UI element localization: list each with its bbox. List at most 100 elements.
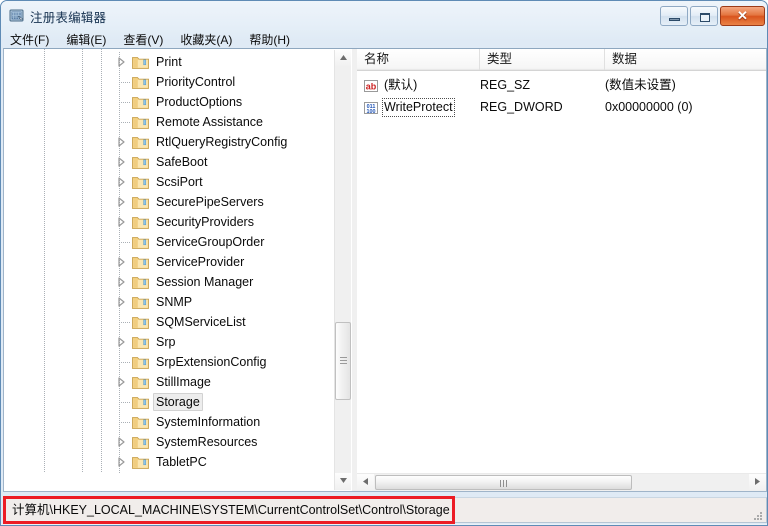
folder-icon [132,75,149,89]
maximize-icon [700,13,710,22]
tree-item-label: SystemInformation [156,415,261,429]
tree-item-securityproviders[interactable]: SecurityProviders [4,212,334,232]
folder-icon [132,415,149,429]
column-header-name[interactable]: 名称 [357,49,480,70]
tree-connector-line [119,82,130,83]
expand-triangle-icon[interactable] [117,57,126,67]
folder-icon [132,355,149,369]
menu-favorites[interactable]: 收藏夹(A) [180,31,232,48]
expand-triangle-icon[interactable] [117,297,126,307]
title-bar[interactable]: 注册表编辑器 ✕ [1,1,767,31]
expand-triangle-icon[interactable] [117,157,126,167]
tree-item-srp[interactable]: Srp [4,332,334,352]
tree-item-sqmservicelist[interactable]: SQMServiceList [4,312,334,332]
status-bar: 计算机\HKEY_LOCAL_MACHINE\SYSTEM\CurrentCon… [3,497,767,523]
values-scrollbar-thumb[interactable] [375,475,632,490]
tree-vertical-scrollbar[interactable] [334,50,351,490]
registry-values-pane[interactable]: 名称 类型 数据 ab (默认) REG_SZ (数值未设置) 011 100 … [357,49,766,491]
tree-item-srpextensionconfig[interactable]: SrpExtensionConfig [4,352,334,372]
tree-item-safeboot[interactable]: SafeBoot [4,152,334,172]
tree-item-rtlqueryregistryconfig[interactable]: RtlQueryRegistryConfig [4,132,334,152]
registry-tree-pane[interactable]: Print PriorityControl ProductOptions Remote… [4,49,352,491]
tree-item-storage[interactable]: Storage [4,392,334,412]
scroll-down-button[interactable] [335,473,351,490]
tree-item-print[interactable]: Print [4,52,334,72]
tree-item-securepipeservers[interactable]: SecurePipeServers [4,192,334,212]
tree-item-scsiport[interactable]: ScsiPort [4,172,334,192]
tree-scrollbar-thumb[interactable] [335,322,351,400]
tree-item-label: ServiceGroupOrder [156,235,265,249]
close-button[interactable]: ✕ [720,6,765,26]
tree-item-servicegrouporder[interactable]: ServiceGroupOrder [4,232,334,252]
expand-triangle-icon[interactable] [117,217,126,227]
client-area: Print PriorityControl ProductOptions Remote… [3,48,767,492]
menu-edit[interactable]: 编辑(E) [66,31,106,48]
folder-icon [132,175,149,189]
folder-icon [132,375,149,389]
column-header-type[interactable]: 类型 [480,49,605,70]
resize-grip-icon[interactable] [751,508,763,520]
tree-item-serviceprovider[interactable]: ServiceProvider [4,252,334,272]
folder-icon [132,135,149,149]
expand-triangle-icon[interactable] [117,197,126,207]
value-data: (数值未设置) [605,78,676,92]
expand-triangle-icon[interactable] [117,437,126,447]
expand-triangle-icon[interactable] [117,177,126,187]
folder-icon [132,315,149,329]
expand-triangle-icon[interactable] [117,137,126,147]
tree-item-productoptions[interactable]: ProductOptions [4,92,334,112]
tree-item-label: PriorityControl [156,75,236,89]
values-horizontal-scrollbar[interactable] [357,473,766,491]
minimize-button[interactable] [660,6,688,26]
value-row-writeprotect[interactable]: 011 100 WriteProtect REG_DWORD 0x0000000… [357,97,766,119]
scroll-up-button[interactable] [335,50,351,67]
dword-value-icon: 011 100 [363,100,379,116]
scroll-left-button[interactable] [357,474,374,491]
tree-item-label: SecurePipeServers [156,195,264,209]
tree-item-systemresources[interactable]: SystemResources [4,432,334,452]
column-header-data[interactable]: 数据 [605,49,766,70]
window-controls: ✕ [660,6,765,26]
tree-item-label: ProductOptions [156,95,243,109]
tree-item-prioritycontrol[interactable]: PriorityControl [4,72,334,92]
expand-triangle-icon[interactable] [117,257,126,267]
expand-triangle-icon[interactable] [117,337,126,347]
window-title: 注册表编辑器 [30,11,107,25]
tree-item-systeminformation[interactable]: SystemInformation [4,412,334,432]
tree-item-session-manager[interactable]: Session Manager [4,272,334,292]
value-data: 0x00000000 (0) [605,100,693,114]
tree-item-tabletpc[interactable]: TabletPC [4,452,334,472]
tree-item-label: ScsiPort [156,175,203,189]
tree-item-label: Session Manager [156,275,254,289]
tree-item-snmp[interactable]: SNMP [4,292,334,312]
maximize-button[interactable] [690,6,718,26]
menu-bar: 文件(F) 编辑(E) 查看(V) 收藏夹(A) 帮助(H) [1,31,767,48]
value-name: WriteProtect [382,98,455,117]
string-value-icon: ab [363,78,379,94]
tree-item-label: SQMServiceList [156,315,246,329]
menu-help[interactable]: 帮助(H) [249,31,290,48]
tree-item-label: StillImage [156,375,211,389]
folder-icon [132,435,149,449]
minimize-icon [669,18,680,21]
tree-item-label: SystemResources [156,435,258,449]
scroll-right-button[interactable] [749,474,766,491]
menu-file[interactable]: 文件(F) [10,31,49,48]
tree-item-terminal-server[interactable]: Terminal Server [4,472,334,473]
expand-triangle-icon[interactable] [117,277,126,287]
tree-item-label: Remote Assistance [156,115,263,129]
menu-view[interactable]: 查看(V) [123,31,163,48]
tree-connector-line [119,422,130,423]
tree-item-label: SafeBoot [156,155,208,169]
expand-triangle-icon[interactable] [117,377,126,387]
folder-icon [132,195,149,209]
value-row-default[interactable]: ab (默认) REG_SZ (数值未设置) [357,75,766,97]
scrollbar-grip-icon [499,480,508,487]
expand-triangle-icon[interactable] [117,457,126,467]
svg-text:ab: ab [366,82,377,92]
tree-connector-line [119,122,130,123]
tree-item-remote-assistance[interactable]: Remote Assistance [4,112,334,132]
folder-icon [132,275,149,289]
registry-tree[interactable]: Print PriorityControl ProductOptions Remote… [4,49,334,473]
tree-item-stillimage[interactable]: StillImage [4,372,334,392]
